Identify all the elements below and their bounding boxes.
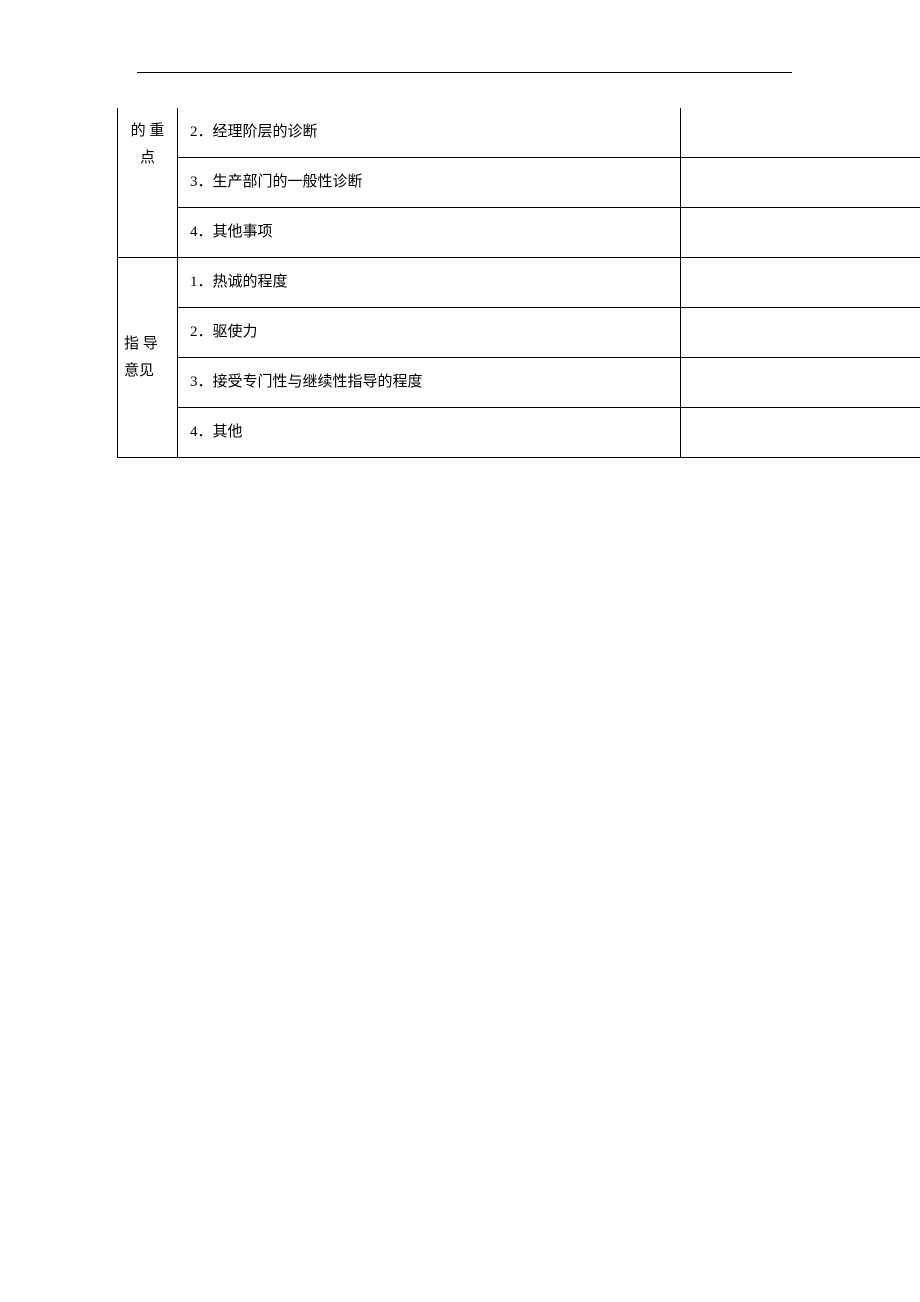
diagnosis-table: 的 重点 2．经理阶层的诊断 3．生产部门的一般性诊断 4．其他事项 指 导意见 bbox=[117, 108, 920, 458]
item-text: 3．接受专门性与继续性指导的程度 bbox=[190, 374, 423, 390]
value-cell bbox=[680, 208, 920, 258]
item-text: 2．经理阶层的诊断 bbox=[190, 124, 318, 140]
header-divider bbox=[137, 72, 792, 73]
item-cell: 2．驱使力 bbox=[177, 308, 680, 358]
item-cell: 4．其他事项 bbox=[177, 208, 680, 258]
item-text: 1．热诚的程度 bbox=[190, 274, 288, 290]
value-cell bbox=[680, 408, 920, 458]
section-label: 指 导意见 bbox=[124, 336, 158, 379]
value-cell bbox=[680, 308, 920, 358]
value-cell bbox=[680, 108, 920, 158]
table-row: 4．其他事项 bbox=[118, 208, 920, 258]
section-label-cell: 指 导意见 bbox=[118, 258, 178, 458]
item-cell: 2．经理阶层的诊断 bbox=[177, 108, 680, 158]
value-cell bbox=[680, 158, 920, 208]
item-text: 3．生产部门的一般性诊断 bbox=[190, 174, 363, 190]
section-label-cell: 的 重点 bbox=[118, 108, 178, 258]
table-row: 3．生产部门的一般性诊断 bbox=[118, 158, 920, 208]
table-row: 2．驱使力 bbox=[118, 308, 920, 358]
table-row: 指 导意见 1．热诚的程度 bbox=[118, 258, 920, 308]
diagnosis-table-container: 的 重点 2．经理阶层的诊断 3．生产部门的一般性诊断 4．其他事项 指 导意见 bbox=[117, 108, 920, 458]
item-text: 4．其他事项 bbox=[190, 224, 273, 240]
item-cell: 1．热诚的程度 bbox=[177, 258, 680, 308]
table-row: 的 重点 2．经理阶层的诊断 bbox=[118, 108, 920, 158]
item-cell: 3．接受专门性与继续性指导的程度 bbox=[177, 358, 680, 408]
item-text: 2．驱使力 bbox=[190, 324, 258, 340]
item-cell: 3．生产部门的一般性诊断 bbox=[177, 158, 680, 208]
item-text: 4．其他 bbox=[190, 424, 243, 440]
value-cell bbox=[680, 258, 920, 308]
item-cell: 4．其他 bbox=[177, 408, 680, 458]
section-label: 的 重点 bbox=[131, 123, 165, 166]
table-row: 3．接受专门性与继续性指导的程度 bbox=[118, 358, 920, 408]
value-cell bbox=[680, 358, 920, 408]
table-row: 4．其他 bbox=[118, 408, 920, 458]
